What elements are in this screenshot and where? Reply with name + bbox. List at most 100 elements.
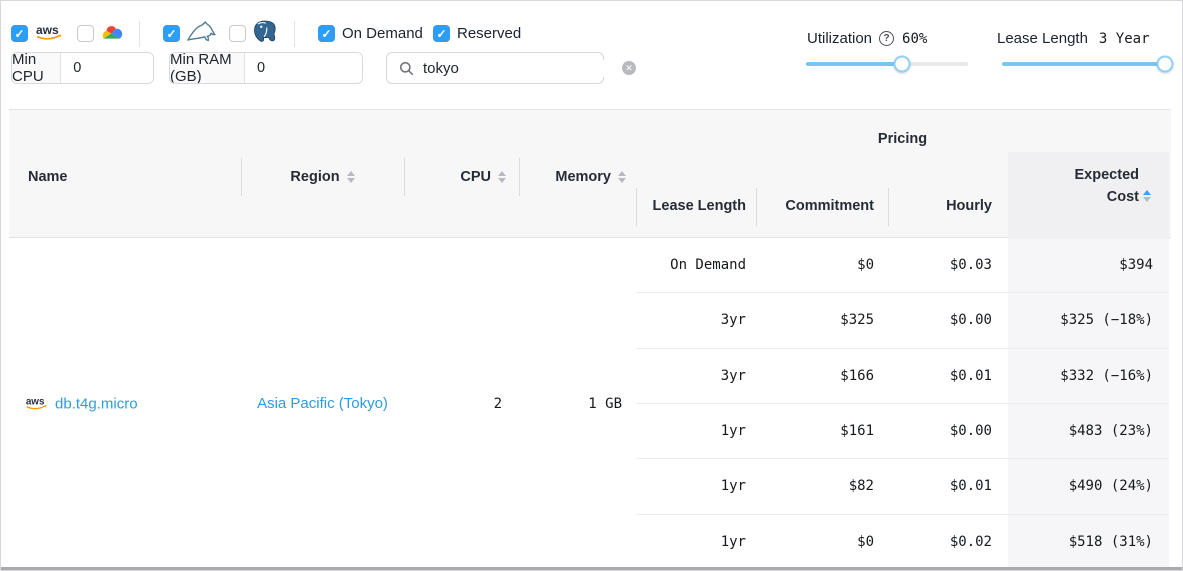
lease-length-label: Lease Length xyxy=(997,30,1088,47)
lease-length-cell: 1yr xyxy=(636,478,756,494)
utilization-control-label: Utilization ? 60% xyxy=(807,30,927,47)
clear-search-icon[interactable]: ✕ xyxy=(622,61,636,75)
check-icon: ✓ xyxy=(321,28,331,40)
column-separator xyxy=(756,188,757,226)
reserved-label: Reserved xyxy=(457,25,521,42)
cpu-column-label: CPU xyxy=(460,167,491,187)
hourly-cell: $0.00 xyxy=(888,312,1008,328)
pricing-group-header: Pricing xyxy=(636,129,1169,149)
lease-length-cell: 1yr xyxy=(636,534,756,550)
utilization-label: Utilization xyxy=(807,30,872,47)
min-cpu-filter: Min CPU xyxy=(11,52,154,84)
column-separator xyxy=(636,188,637,226)
lease-length-slider-fill xyxy=(1002,62,1165,66)
postgresql-elephant-logo-icon xyxy=(252,19,278,45)
page-bottom-edge xyxy=(1,567,1182,570)
min-cpu-label: Min CPU xyxy=(12,53,61,83)
memory-column-label: Memory xyxy=(555,167,611,187)
commitment-cell: $166 xyxy=(756,368,888,384)
cpu-cell: 2 xyxy=(404,396,519,412)
pricing-row: On Demand $0 $0.03 $394 xyxy=(636,238,1169,293)
utilization-slider-thumb[interactable] xyxy=(894,56,911,73)
table-header: Pricing Name Region CPU Memory Lease Len… xyxy=(9,109,1171,238)
expected-cost-cell: $394 xyxy=(1008,238,1169,292)
reserved-checkbox[interactable]: ✓ xyxy=(433,25,450,42)
utilization-slider-fill xyxy=(806,62,902,66)
instances-table: Pricing Name Region CPU Memory Lease Len… xyxy=(9,109,1171,570)
commitment-cell: $161 xyxy=(756,423,888,439)
instance-name-link[interactable]: db.t4g.micro xyxy=(55,395,138,412)
expected-cost-cell: $325 (−18%) xyxy=(1008,293,1169,347)
min-ram-filter: Min RAM (GB) xyxy=(169,52,363,84)
min-ram-input[interactable] xyxy=(245,53,362,83)
hourly-cell: $0.03 xyxy=(888,257,1008,273)
lease-length-cell: 3yr xyxy=(636,368,756,384)
expected-cost-column-label: Expected Cost xyxy=(1055,164,1139,208)
expected-cost-column-header[interactable]: Expected Cost xyxy=(1008,152,1169,239)
lease-length-cell: 3yr xyxy=(636,312,756,328)
memory-cell: 1 GB xyxy=(519,396,636,412)
aws-logo-icon: aws xyxy=(25,396,48,412)
aws-provider-checkbox[interactable]: ✓ xyxy=(11,25,28,42)
instance-name-cell: aws db.t4g.micro xyxy=(25,395,138,412)
lease-length-slider-thumb[interactable] xyxy=(1156,56,1173,73)
cpu-column-header[interactable]: CPU xyxy=(404,167,519,187)
hourly-cell: $0.02 xyxy=(888,534,1008,550)
pricing-row: 1yr $0 $0.02 $518 (31%) xyxy=(636,515,1169,569)
google-cloud-provider-checkbox[interactable]: ✓ xyxy=(77,25,94,42)
svg-text:aws: aws xyxy=(26,397,45,408)
pricing-row: 1yr $82 $0.01 $490 (24%) xyxy=(636,459,1169,514)
lease-length-cell: On Demand xyxy=(636,257,756,273)
mysql-dolphin-logo-icon xyxy=(185,19,217,45)
hourly-column-header: Hourly xyxy=(888,195,1008,217)
commitment-cell: $325 xyxy=(756,312,888,328)
lease-length-column-header: Lease Length xyxy=(636,195,756,217)
region-cell: Asia Pacific (Tokyo) xyxy=(241,395,404,413)
utilization-slider[interactable] xyxy=(806,62,968,66)
expected-cost-cell: $518 (31%) xyxy=(1008,515,1169,569)
region-link[interactable]: Asia Pacific (Tokyo) xyxy=(257,395,388,412)
check-icon: ✓ xyxy=(14,28,24,40)
svg-text:aws: aws xyxy=(36,23,59,37)
sort-arrows-icon[interactable] xyxy=(618,171,626,183)
table-body: aws db.t4g.micro Asia Pacific (Tokyo) 2 … xyxy=(9,238,1171,569)
lease-length-value: 3 Year xyxy=(1099,31,1150,47)
lease-length-slider[interactable] xyxy=(1002,62,1168,66)
filter-divider xyxy=(139,21,140,47)
commitment-column-header: Commitment xyxy=(756,195,888,217)
column-separator xyxy=(519,158,520,196)
postgresql-engine-checkbox[interactable]: ✓ xyxy=(229,25,246,42)
search-input[interactable] xyxy=(423,60,622,77)
aws-logo-icon: aws xyxy=(35,23,63,42)
lease-length-cell: 1yr xyxy=(636,423,756,439)
help-icon[interactable]: ? xyxy=(879,31,894,46)
hourly-cell: $0.01 xyxy=(888,478,1008,494)
search-box: ✕ xyxy=(386,52,604,84)
pricing-rows: On Demand $0 $0.03 $394 3yr $325 $0.00 $… xyxy=(636,238,1169,569)
check-icon: ✓ xyxy=(436,28,446,40)
expected-cost-cell: $490 (24%) xyxy=(1008,459,1169,513)
on-demand-label: On Demand xyxy=(342,25,423,42)
mysql-engine-checkbox[interactable]: ✓ xyxy=(163,25,180,42)
column-separator xyxy=(241,158,242,196)
utilization-value: 60% xyxy=(902,31,927,47)
sort-arrows-icon[interactable] xyxy=(347,171,355,183)
hourly-cell: $0.01 xyxy=(888,368,1008,384)
min-ram-label: Min RAM (GB) xyxy=(170,53,245,83)
check-icon: ✓ xyxy=(166,28,176,40)
sort-arrows-icon[interactable] xyxy=(498,171,506,183)
region-column-header[interactable]: Region xyxy=(241,167,404,187)
region-column-label: Region xyxy=(290,167,339,187)
google-cloud-logo-icon xyxy=(99,23,124,43)
memory-column-header[interactable]: Memory xyxy=(519,167,636,187)
instance-row: aws db.t4g.micro Asia Pacific (Tokyo) 2 … xyxy=(9,238,636,569)
commitment-cell: $0 xyxy=(756,534,888,550)
expected-cost-cell: $483 (23%) xyxy=(1008,404,1169,458)
expected-cost-cell: $332 (−16%) xyxy=(1008,349,1169,403)
commitment-cell: $0 xyxy=(756,257,888,273)
min-cpu-input[interactable] xyxy=(61,53,153,83)
on-demand-checkbox[interactable]: ✓ xyxy=(318,25,335,42)
pricing-row: 3yr $325 $0.00 $325 (−18%) xyxy=(636,293,1169,348)
sort-arrows-icon[interactable] xyxy=(1143,190,1151,202)
column-separator xyxy=(888,188,889,226)
